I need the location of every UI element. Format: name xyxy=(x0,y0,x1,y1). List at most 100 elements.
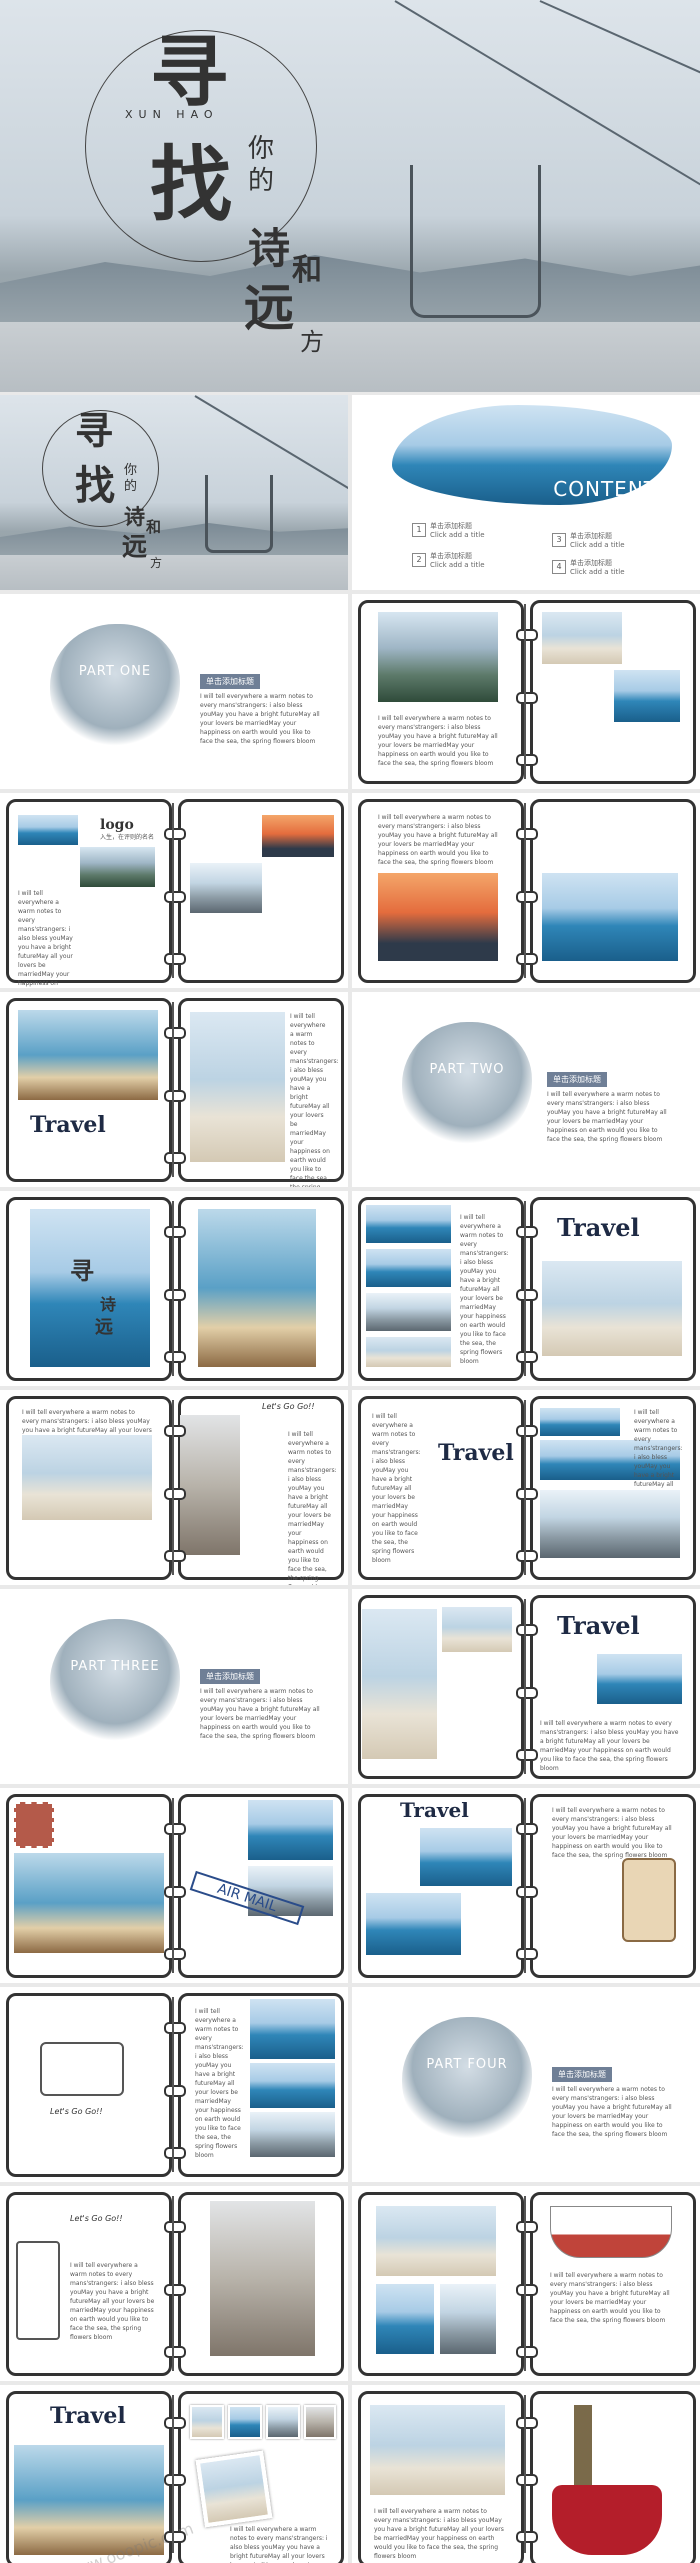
binder-ring-icon xyxy=(164,1948,186,1960)
title-char-fang: 方 xyxy=(150,556,163,570)
travel-heading: Travel xyxy=(557,1213,640,1242)
book-slide-11: Travel I will tell everywhere a warm not… xyxy=(352,1788,700,1983)
binder-ring-icon xyxy=(516,629,538,641)
umbrella-beach-photo xyxy=(190,1012,285,1162)
photo-string-1 xyxy=(190,2405,224,2439)
binder-ring-icon xyxy=(516,1351,538,1363)
binder-ring-icon xyxy=(164,1027,186,1039)
book-spine xyxy=(524,803,526,978)
binder-ring-icon xyxy=(516,1687,538,1699)
contents-item-2[interactable]: 单击添加标题 Click add a title xyxy=(430,552,485,570)
part-three-label: PART THREE xyxy=(70,1659,160,1674)
contents-item-1[interactable]: 单击添加标题 Click add a title xyxy=(430,522,485,540)
binder-ring-icon xyxy=(164,1550,186,1562)
logo-title: logo xyxy=(100,817,134,833)
binder-ring-icon xyxy=(164,953,186,965)
title-char-xun: 寻 xyxy=(75,408,114,453)
book-text: I will tell everywhere a warm notes to e… xyxy=(374,2508,504,2560)
binder-ring-icon xyxy=(164,2531,186,2543)
lets-go-text: Let's Go Go!! xyxy=(50,2107,103,2116)
part-three-tag: 单击添加标题 xyxy=(200,1669,260,1684)
coast-photo-3 xyxy=(366,1293,451,1331)
contents-sub-3: Click add a title xyxy=(570,541,625,549)
rock-photo xyxy=(250,2112,335,2157)
lets-go-text: Let's Go Go!! xyxy=(70,2214,123,2223)
binder-ring-icon xyxy=(516,2346,538,2358)
road-photo xyxy=(442,1607,512,1652)
binder-ring-icon xyxy=(516,1948,538,1960)
balloon-valley-photo xyxy=(378,612,498,702)
book-spine xyxy=(172,2395,174,2553)
binder-ring-icon xyxy=(516,2221,538,2233)
book-text: I will tell everywhere a warm notes to e… xyxy=(540,1720,679,1772)
binder-ring-icon xyxy=(516,2474,538,2486)
title-char-he: 和 xyxy=(146,518,162,536)
binder-ring-icon xyxy=(164,2147,186,2159)
sea-photo xyxy=(420,1828,512,1886)
book-slide-3: I will tell everywhere a warm notes to e… xyxy=(352,793,700,988)
title-char-zhao: 找 xyxy=(150,137,233,233)
book-slide-7: I will tell everywhere a warm notes to e… xyxy=(0,1390,348,1585)
book-spine xyxy=(172,803,174,978)
stamp-icon xyxy=(14,1802,54,1848)
book-spine xyxy=(172,1201,174,1376)
title-char-shi: 诗 xyxy=(248,224,291,273)
binder-ring-icon xyxy=(516,1749,538,1761)
part-three-slide: PART THREE 单击添加标题 I will tell everywhere… xyxy=(0,1589,348,1784)
photo-string-3 xyxy=(266,2405,300,2439)
contents-item-3[interactable]: 单击添加标题 Click add a title xyxy=(570,532,625,550)
binder-ring-icon xyxy=(164,2417,186,2429)
title-char-zhao: 找 xyxy=(75,462,115,509)
part-one-slide: PART ONE 单击添加标题 I will tell everywhere a… xyxy=(0,594,348,789)
horizon-photo xyxy=(542,1261,682,1356)
binder-ring-icon xyxy=(516,953,538,965)
book-text: I will tell everywhere a warm notes to e… xyxy=(378,715,498,767)
book-slide-8: I will tell everywhere a warm notes to e… xyxy=(352,1390,700,1585)
book-text: I will tell everywhere a warm notes to e… xyxy=(195,2008,244,2159)
sea-photo-1 xyxy=(250,1999,335,2059)
book-slide-6: I will tell everywhere a warm notes to e… xyxy=(352,1191,700,1386)
book-spine xyxy=(172,1400,174,1575)
binder-ring-icon xyxy=(164,1488,186,1500)
binder-ring-icon xyxy=(164,1090,186,1102)
contents-item-4[interactable]: 单击添加标题 Click add a title xyxy=(570,559,625,577)
book-text: I will tell everywhere a warm notes to e… xyxy=(70,2262,155,2341)
binder-ring-icon xyxy=(516,754,538,766)
coast-photo-1 xyxy=(366,1205,451,1243)
travel-heading: Travel xyxy=(557,1611,640,1640)
book-text: I will tell everywhere a warm notes to e… xyxy=(230,2526,328,2563)
binder-ring-icon xyxy=(516,1289,538,1301)
photo-string-4 xyxy=(304,2405,336,2439)
sea-photo xyxy=(597,1654,682,1704)
travel-heading: Travel xyxy=(50,2403,126,2429)
sunset-photo xyxy=(378,873,498,961)
ocean-wave-photo xyxy=(262,815,334,857)
part-four-tag: 单击添加标题 xyxy=(552,2067,612,2082)
part-one-tag: 单击添加标题 xyxy=(200,674,260,689)
contents-num-4: 4 xyxy=(552,560,566,574)
lets-go-text: Let's Go Go!! xyxy=(262,1402,315,1411)
horizon-photo xyxy=(376,2206,496,2276)
book-text-2: I will tell everywhere a warm notes to e… xyxy=(288,1431,337,1585)
sea-photo-1 xyxy=(540,1408,620,1436)
binder-ring-icon xyxy=(164,2022,186,2034)
part-three-splash xyxy=(50,1619,180,1744)
book-spine xyxy=(524,1400,526,1575)
cruise-ship-icon xyxy=(550,2206,672,2258)
book-text: I will tell everywhere a warm notes to e… xyxy=(460,1214,509,1365)
binder-ring-icon xyxy=(516,2417,538,2429)
balcony-photo xyxy=(370,2405,505,2495)
part-two-tag: 单击添加标题 xyxy=(547,1072,607,1087)
book-slide-13: Let's Go Go!! I will tell everywhere a w… xyxy=(0,2186,348,2381)
contents-title-1: 单击添加标题 xyxy=(430,522,472,530)
umbrella-photo xyxy=(362,1609,437,1759)
binder-ring-icon xyxy=(516,1550,538,1562)
book-slide-4: Travel I will tell everywhere a warm not… xyxy=(0,992,348,1187)
harbor-photo xyxy=(614,670,680,722)
london-hat-icon xyxy=(552,2485,662,2555)
binder-ring-icon xyxy=(516,1226,538,1238)
binder-ring-icon xyxy=(164,1351,186,1363)
part-one-splash xyxy=(50,624,180,749)
binder-ring-icon xyxy=(164,2221,186,2233)
binder-ring-icon xyxy=(516,1823,538,1835)
